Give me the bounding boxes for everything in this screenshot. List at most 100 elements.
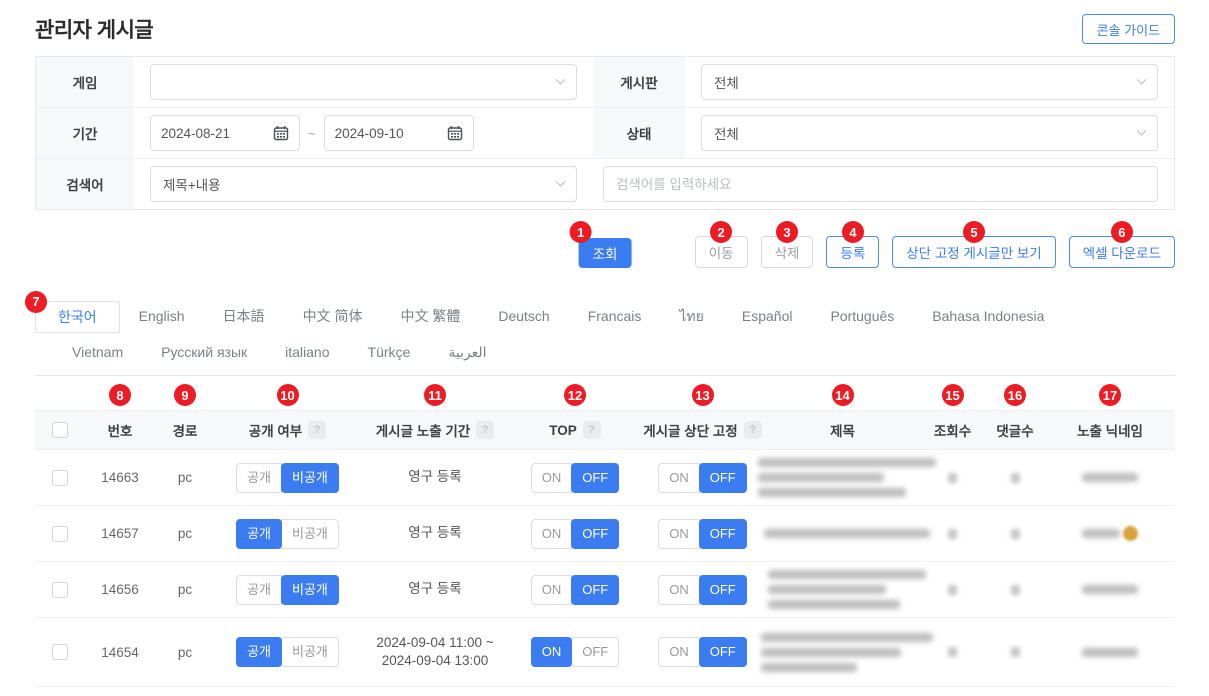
status-label: 상태: [593, 107, 685, 158]
annotation-badge: 6: [1111, 221, 1133, 243]
blurred-comment-count: [1011, 647, 1020, 657]
board-select[interactable]: 전체: [701, 64, 1158, 100]
tab-german[interactable]: Deutsch: [479, 301, 568, 333]
public-option[interactable]: 공개: [236, 637, 282, 667]
tab-vietnamese[interactable]: Vietnam: [53, 338, 142, 366]
pinned-toggle: ON OFF: [658, 519, 747, 549]
topbar: 관리자 게시글 콘솔 가이드: [35, 0, 1175, 44]
annotation-badge: 7: [25, 291, 47, 313]
pinned-toggle: ON OFF: [658, 637, 747, 667]
off-option[interactable]: OFF: [699, 519, 747, 549]
row-checkbox[interactable]: [52, 526, 68, 542]
help-icon[interactable]: ?: [308, 421, 326, 439]
help-icon[interactable]: ?: [476, 421, 494, 439]
tab-italian[interactable]: italiano: [266, 338, 348, 366]
keyword-label: 검색어: [36, 158, 134, 209]
off-option[interactable]: OFF: [571, 519, 619, 549]
annotation-badge: 4: [842, 221, 864, 243]
on-option[interactable]: ON: [531, 637, 573, 667]
off-option[interactable]: OFF: [699, 463, 747, 493]
private-option[interactable]: 비공개: [281, 637, 339, 667]
annotation-badge: 16: [1004, 384, 1026, 406]
tab-spanish[interactable]: Español: [723, 301, 812, 333]
keyword-type-value: 제목+내용: [163, 174, 221, 194]
off-option[interactable]: OFF: [571, 575, 619, 605]
tab-french[interactable]: Francais: [569, 301, 661, 333]
calendar-icon[interactable]: [273, 125, 289, 141]
tab-thai[interactable]: ไทย: [660, 301, 722, 333]
tab-chinese-simplified[interactable]: 中文 简体: [284, 301, 382, 333]
keyword-type-select[interactable]: 제목+내용: [150, 166, 577, 202]
console-guide-button[interactable]: 콘솔 가이드: [1082, 14, 1175, 44]
public-option[interactable]: 공개: [236, 575, 282, 605]
on-option[interactable]: ON: [658, 575, 700, 605]
top-toggle: ON OFF: [531, 575, 620, 605]
tab-japanese[interactable]: 日本語: [204, 301, 284, 333]
select-all-checkbox[interactable]: [52, 422, 68, 438]
annotation-badge: 2: [710, 221, 732, 243]
board-label: 게시판: [593, 57, 685, 107]
blurred-view-count: [948, 585, 957, 595]
tab-korean[interactable]: 7 한국어: [35, 301, 120, 333]
date-to-input[interactable]: 2024-09-10: [324, 115, 474, 151]
pinned-toggle: ON OFF: [658, 575, 747, 605]
tab-russian[interactable]: Русский язык: [142, 338, 266, 366]
blurred-title[interactable]: [750, 458, 936, 497]
on-option[interactable]: ON: [531, 575, 573, 605]
off-option[interactable]: OFF: [699, 575, 747, 605]
board-select-value: 전체: [714, 72, 739, 92]
table-row: 14656 pc 공개 비공개 영구 등록 ON OFF ON OFF: [35, 562, 1175, 618]
search-form: 게임 게시판 전체 기간 2024-08-21 ~ 2024-09-10: [35, 56, 1175, 210]
on-option[interactable]: ON: [531, 463, 573, 493]
blurred-view-count: [948, 529, 957, 539]
private-option[interactable]: 비공개: [281, 463, 339, 493]
status-select[interactable]: 전체: [701, 115, 1158, 151]
annotation-badge: 15: [942, 384, 964, 406]
on-option[interactable]: ON: [531, 519, 573, 549]
off-option[interactable]: OFF: [571, 463, 619, 493]
tab-chinese-traditional[interactable]: 中文 繁體: [381, 301, 479, 333]
row-checkbox[interactable]: [52, 644, 68, 660]
top-toggle: ON OFF: [531, 637, 620, 667]
help-icon[interactable]: ?: [744, 421, 762, 439]
annotation-badge: 11: [424, 384, 446, 406]
blurred-title[interactable]: [756, 529, 930, 538]
private-option[interactable]: 비공개: [281, 519, 339, 549]
col-title: 14 제목: [765, 411, 920, 449]
on-option[interactable]: ON: [658, 519, 700, 549]
date-from-input[interactable]: 2024-08-21: [150, 115, 300, 151]
col-pinned: 13 게시글 상단 고정 ?: [640, 411, 765, 449]
search-button[interactable]: 조회: [579, 238, 632, 268]
tab-turkish[interactable]: Türkçe: [349, 338, 430, 366]
off-option[interactable]: OFF: [699, 637, 747, 667]
public-option[interactable]: 공개: [236, 463, 282, 493]
tab-indonesian[interactable]: Bahasa Indonesia: [913, 301, 1063, 333]
row-checkbox[interactable]: [52, 582, 68, 598]
blurred-title[interactable]: [753, 633, 933, 672]
private-option[interactable]: 비공개: [281, 575, 339, 605]
col-top: 12 TOP ?: [510, 411, 640, 449]
chevron-down-icon: [1137, 125, 1147, 135]
col-period: 11 게시글 노출 기간 ?: [360, 411, 510, 449]
public-option[interactable]: 공개: [236, 519, 282, 549]
on-option[interactable]: ON: [658, 637, 700, 667]
post-path: pc: [155, 506, 215, 561]
blurred-view-count: [948, 473, 957, 483]
tab-arabic[interactable]: العربية: [429, 338, 505, 366]
row-checkbox[interactable]: [52, 470, 68, 486]
table-row: 14654 pc 공개 비공개 2024-09-04 11:00 ~ 2024-…: [35, 618, 1175, 687]
blurred-title[interactable]: [760, 570, 926, 609]
off-option[interactable]: OFF: [571, 637, 619, 667]
actions-bar: 1 조회 2 이동 3 삭제 4 등록 5 상단 고정 게시글만 보기 6 엑셀: [35, 236, 1175, 270]
post-path: pc: [155, 618, 215, 686]
keyword-input[interactable]: [603, 166, 1158, 202]
calendar-icon[interactable]: [447, 125, 463, 141]
on-option[interactable]: ON: [658, 463, 700, 493]
visibility-toggle: 공개 비공개: [236, 575, 339, 605]
tab-portuguese[interactable]: Português: [811, 301, 913, 333]
game-select[interactable]: [150, 64, 577, 100]
help-icon[interactable]: ?: [583, 421, 601, 439]
tab-english[interactable]: English: [120, 301, 204, 333]
annotation-badge: 13: [692, 384, 714, 406]
status-select-value: 전체: [714, 123, 739, 143]
